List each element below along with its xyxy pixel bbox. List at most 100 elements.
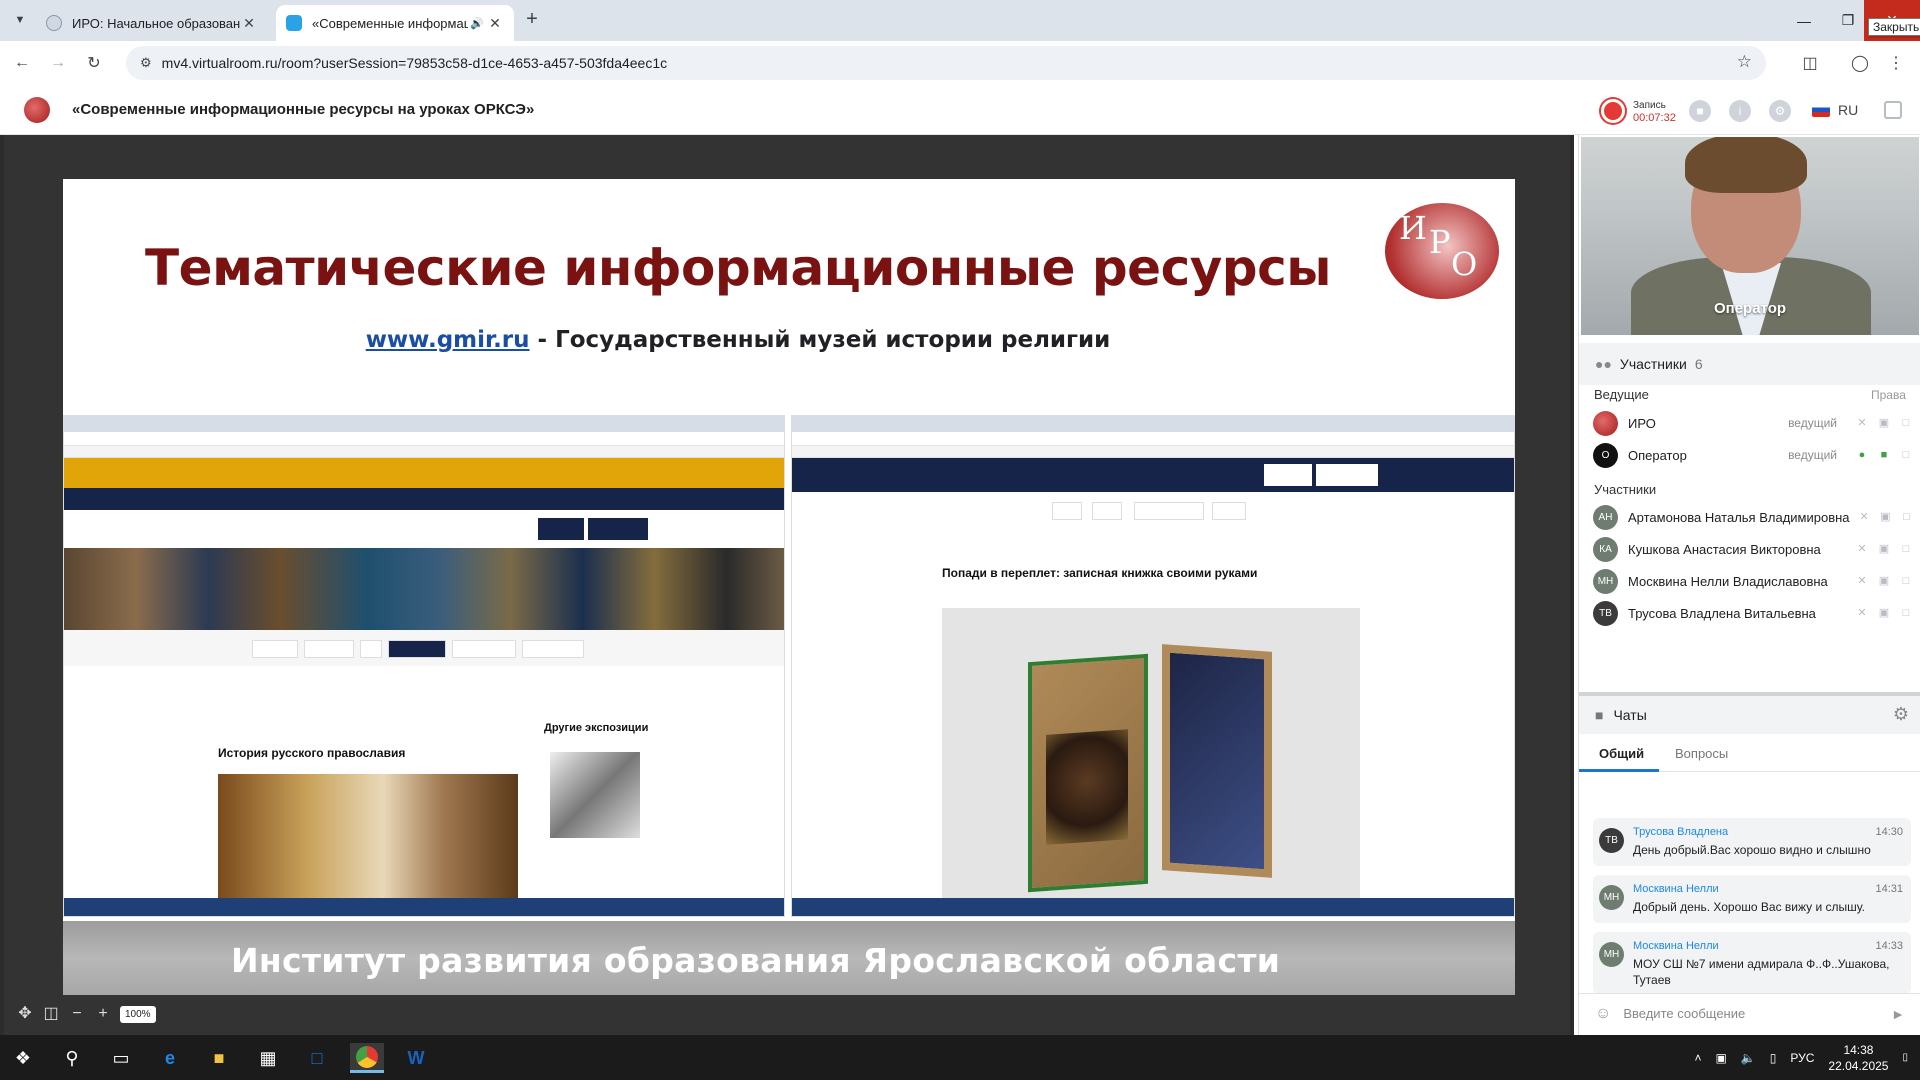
address-bar[interactable]: ⚙ mv4.virtualroom.ru/room?userSession=79… xyxy=(126,46,1766,80)
slide-link[interactable]: www.gmir.ru xyxy=(366,327,530,353)
camera-off-icon[interactable]: ▣ xyxy=(1877,542,1891,556)
mic-off-icon[interactable]: ✕ xyxy=(1855,542,1869,556)
close-tab-icon[interactable]: ✕ xyxy=(486,15,504,32)
chat-header[interactable]: ■ Чаты ⚙ xyxy=(1579,692,1920,734)
avatar xyxy=(1593,410,1618,436)
slide-subtitle: www.gmir.ru - Государственный музей исто… xyxy=(63,327,1413,353)
clock-date: 22.04.2025 xyxy=(1828,1058,1889,1073)
presentation-slide: Тематические информационные ресурсы www.… xyxy=(63,179,1515,995)
tab-general[interactable]: Общий xyxy=(1599,746,1644,761)
notifications-icon[interactable]: ▯ xyxy=(1770,1051,1777,1065)
embedded-taskbar xyxy=(792,898,1514,916)
info-icon[interactable]: i xyxy=(1729,100,1751,122)
mic-off-icon[interactable]: ✕ xyxy=(1858,510,1871,524)
screen-share-icon[interactable]: □ xyxy=(1899,606,1913,620)
store-icon[interactable]: ▦ xyxy=(253,1043,283,1073)
room-title: «Современные информационные ресурсы на у… xyxy=(72,101,535,118)
browser-tab-strip: ▼ ИРО: Начальное образование ✕ «Современ… xyxy=(0,0,1920,41)
windows-taskbar: ❖ ⚲ ▭ e ■ ▦ □ W ˄ ▣ 🔈 ▯ РУС 14:38 22.04.… xyxy=(0,1035,1920,1080)
input-language[interactable]: РУС xyxy=(1790,1051,1814,1065)
fit-screen-icon[interactable]: ◫ xyxy=(42,1005,60,1023)
camera-on-icon[interactable]: ■ xyxy=(1877,448,1891,462)
embedded-pill-active xyxy=(388,640,446,658)
mic-off-icon[interactable]: ✕ xyxy=(1855,416,1869,430)
windows-start-icon[interactable]: ❖ xyxy=(8,1043,38,1073)
screen-share-icon[interactable]: □ xyxy=(1899,416,1913,430)
tray-chevron-icon[interactable]: ˄ xyxy=(1694,1051,1701,1065)
screen-share-icon[interactable]: □ xyxy=(1900,510,1913,524)
task-view-icon[interactable]: ▭ xyxy=(106,1043,136,1073)
zoom-out-icon[interactable]: − xyxy=(68,1005,86,1023)
zoom-level[interactable]: 100% xyxy=(120,1005,156,1023)
reload-button[interactable]: ↻ xyxy=(80,49,108,77)
emoji-icon[interactable]: ☺ xyxy=(1595,1005,1611,1023)
screen-share-icon[interactable]: □ xyxy=(1899,448,1913,462)
mic-off-icon[interactable]: ✕ xyxy=(1855,606,1869,620)
search-icon[interactable]: ⚲ xyxy=(57,1043,87,1073)
chat-input[interactable]: Введите сообщение xyxy=(1623,1006,1891,1021)
show-desktop-icon[interactable]: ▯ xyxy=(1902,1052,1908,1063)
participant-row[interactable]: КА Кушкова Анастасия Викторовна ✕ ▣ □ xyxy=(1593,534,1913,564)
clock[interactable]: 14:38 22.04.2025 xyxy=(1828,1042,1888,1074)
screen-share-icon[interactable]: □ xyxy=(1899,542,1913,556)
embedded-ticket-button xyxy=(588,518,648,540)
new-tab-button[interactable]: + xyxy=(520,8,544,32)
participant-row[interactable]: МН Москвина Нелли Владиславовна ✕ ▣ □ xyxy=(1593,566,1913,596)
mic-off-icon[interactable]: ✕ xyxy=(1855,574,1869,588)
browser-tab-iro[interactable]: ИРО: Начальное образование ✕ xyxy=(36,5,268,41)
embedded-pill xyxy=(252,640,298,658)
pan-icon[interactable]: ✥ xyxy=(16,1005,34,1023)
settings-icon[interactable]: ⚙ xyxy=(1769,100,1791,122)
volume-icon[interactable]: 🔈 xyxy=(1741,1051,1756,1065)
back-button[interactable]: ← xyxy=(8,49,36,77)
slide-footer-band: Институт развития образования Ярославско… xyxy=(63,921,1515,995)
chat-label: Чаты xyxy=(1613,707,1647,723)
close-tab-icon[interactable]: ✕ xyxy=(240,15,258,32)
host-row[interactable]: ИРО ведущий ✕ ▣ □ xyxy=(1593,408,1913,438)
site-settings-icon[interactable]: ⚙ xyxy=(140,55,152,71)
host-row[interactable]: О Оператор ведущий ● ■ □ xyxy=(1593,440,1913,470)
forward-button[interactable]: → xyxy=(44,49,72,77)
screen-share-icon[interactable]: □ xyxy=(1899,574,1913,588)
slide-footer-text: Институт развития образования Ярославско… xyxy=(231,941,1281,980)
participant-row[interactable]: ТВ Трусова Владлена Витальевна ✕ ▣ □ xyxy=(1593,598,1913,628)
record-icon[interactable] xyxy=(1601,99,1625,123)
tab-title: «Современные информац xyxy=(312,15,468,31)
bookmark-star-icon[interactable]: ☆ xyxy=(1737,52,1752,72)
word-icon[interactable]: W xyxy=(401,1043,431,1073)
zoom-in-icon[interactable]: + xyxy=(94,1005,112,1023)
chrome-icon[interactable] xyxy=(350,1043,384,1073)
iro-logo-icon xyxy=(24,97,50,123)
chat-settings-icon[interactable]: ⚙ xyxy=(1893,704,1909,725)
virtualroom-favicon-icon xyxy=(286,15,302,31)
mic-on-icon[interactable]: ● xyxy=(1855,448,1869,462)
tab-search-dropdown[interactable]: ▼ xyxy=(8,8,32,32)
camera-off-icon[interactable]: ▣ xyxy=(1877,416,1891,430)
edge-icon[interactable]: e xyxy=(155,1043,185,1073)
camera-off-icon[interactable]: ▣ xyxy=(1877,574,1891,588)
operator-video-tile[interactable]: Оператор xyxy=(1581,137,1919,335)
exit-icon[interactable] xyxy=(1884,101,1902,119)
file-explorer-icon[interactable]: ■ xyxy=(204,1043,234,1073)
language-selector[interactable]: RU xyxy=(1838,102,1858,118)
folder-icon[interactable]: ■ xyxy=(1689,100,1711,122)
menu-kebab-icon[interactable]: ⋮ xyxy=(1882,49,1910,77)
extensions-icon[interactable]: ◫ xyxy=(1796,49,1824,77)
profile-icon[interactable]: ◯ xyxy=(1846,49,1874,77)
participant-row[interactable]: АН Артамонова Наталья Владимировна ✕ ▣ □ xyxy=(1593,502,1913,532)
send-icon[interactable]: ► xyxy=(1891,1006,1905,1022)
russian-flag-icon[interactable] xyxy=(1812,103,1830,117)
outlook-icon[interactable]: □ xyxy=(302,1043,332,1073)
right-panel: Оператор ●● Участники 6 Ведущие Права ИР… xyxy=(1578,135,1920,1035)
network-icon[interactable]: ▣ xyxy=(1715,1051,1726,1065)
camera-off-icon[interactable]: ▣ xyxy=(1879,510,1892,524)
browser-tab-room[interactable]: «Современные информац 🔊 ✕ xyxy=(276,5,514,41)
tab-questions[interactable]: Вопросы xyxy=(1675,746,1728,761)
embedded-ticket-button xyxy=(1316,464,1378,486)
participants-header[interactable]: ●● Участники 6 xyxy=(1579,343,1920,385)
camera-off-icon[interactable]: ▣ xyxy=(1877,606,1891,620)
participant-name: ИРО xyxy=(1628,415,1656,431)
message-text: День добрый.Вас хорошо видно и слышно xyxy=(1633,843,1871,857)
slide-screenshot-left: История русского православия Другие эксп… xyxy=(63,415,785,917)
tab-audio-icon[interactable]: 🔊 xyxy=(468,17,486,30)
